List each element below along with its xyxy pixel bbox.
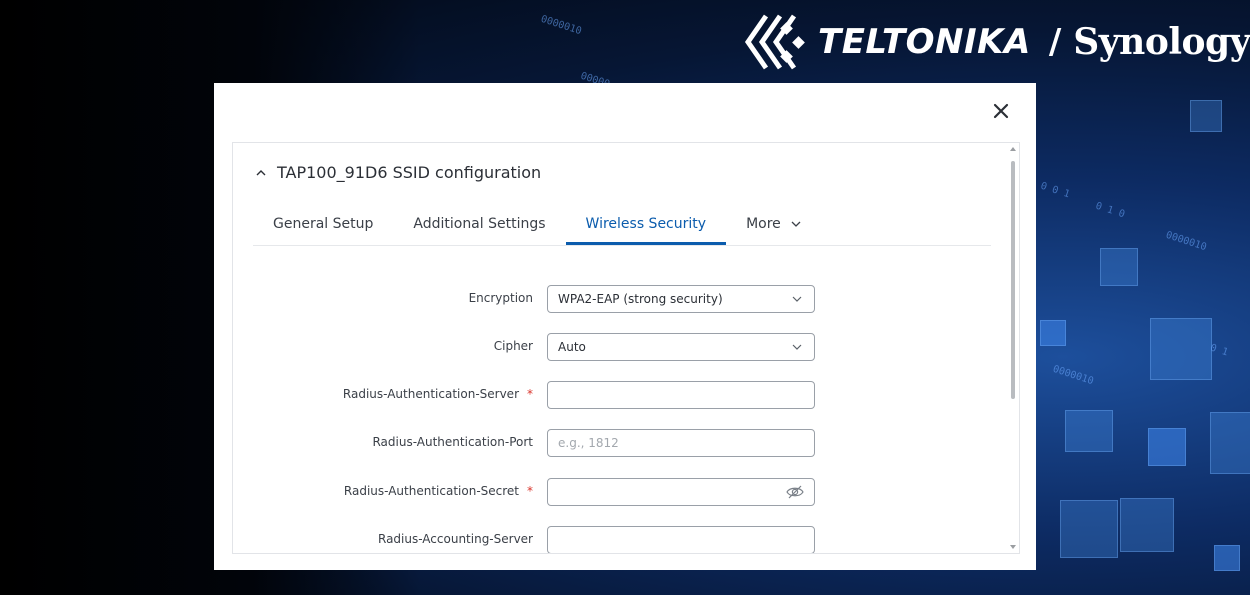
bg-square: [1040, 320, 1066, 346]
tab-general-setup[interactable]: General Setup: [253, 205, 393, 243]
bg-square: [1148, 428, 1186, 466]
radius-auth-port-input[interactable]: e.g., 1812: [547, 429, 815, 457]
bg-square: [1100, 248, 1138, 286]
chevron-down-icon: [791, 221, 801, 227]
scroll-down-arrow-icon[interactable]: [1010, 545, 1016, 549]
close-icon[interactable]: [990, 100, 1012, 122]
panel-scrollbar[interactable]: [1009, 147, 1017, 549]
synology-wordmark: Synology: [1073, 21, 1250, 63]
radius-auth-secret-label: Radius-Authentication-Secret *: [344, 484, 533, 498]
chevron-up-icon[interactable]: [255, 167, 267, 179]
radius-auth-port-label: Radius-Authentication-Port: [372, 435, 533, 449]
chevron-down-icon: [792, 344, 802, 350]
tab-wireless-security[interactable]: Wireless Security: [565, 205, 727, 245]
cipher-label: Cipher: [493, 339, 533, 353]
brand-logos: TELTONIKA / Synology ®: [744, 12, 1250, 72]
radius-auth-port-placeholder: e.g., 1812: [558, 436, 619, 450]
ssid-config-panel: TAP100_91D6 SSID configuration General S…: [232, 142, 1020, 554]
radius-auth-secret-input[interactable]: [547, 478, 815, 506]
bg-square: [1210, 412, 1250, 474]
cipher-row: Cipher Auto: [233, 333, 1003, 361]
radius-auth-secret-label-text: Radius-Authentication-Secret: [343, 484, 519, 498]
tab-more[interactable]: More: [726, 205, 821, 243]
bg-square: [1190, 100, 1222, 132]
bg-digits: 0 0 1: [1039, 180, 1072, 201]
encryption-label: Encryption: [468, 291, 533, 305]
bg-digits: 0000010: [539, 13, 583, 38]
eye-off-icon[interactable]: [786, 484, 804, 500]
brand-separator: /: [1048, 22, 1062, 62]
bg-square: [1150, 318, 1212, 380]
tab-bar: General Setup Additional Settings Wirele…: [253, 205, 991, 246]
bg-square: [1120, 498, 1174, 552]
radius-auth-port-row: Radius-Authentication-Port e.g., 1812: [233, 429, 1003, 457]
cipher-value: Auto: [558, 340, 586, 354]
radius-auth-secret-row: Radius-Authentication-Secret *: [233, 478, 1003, 506]
bg-digits: 0000010: [1164, 229, 1208, 254]
chevron-down-icon: [792, 296, 802, 302]
synology-logo-text: Synology ®: [1073, 21, 1250, 63]
ssid-config-modal: TAP100_91D6 SSID configuration General S…: [214, 83, 1036, 570]
encryption-row: Encryption WPA2-EAP (strong security): [233, 285, 1003, 313]
tab-more-label: More: [746, 216, 781, 232]
bg-square: [1214, 545, 1240, 571]
bg-square: [1060, 500, 1118, 558]
encryption-select[interactable]: WPA2-EAP (strong security): [547, 285, 815, 313]
panel-header[interactable]: TAP100_91D6 SSID configuration: [255, 163, 541, 182]
teltonika-chevron-logo-icon: [744, 14, 805, 70]
tab-additional-settings[interactable]: Additional Settings: [393, 205, 565, 243]
encryption-value: WPA2-EAP (strong security): [558, 292, 723, 306]
radius-acct-server-input[interactable]: [547, 526, 815, 553]
bg-square: [1065, 410, 1113, 452]
required-asterisk: *: [527, 387, 533, 401]
radius-auth-server-label: Radius-Authentication-Server *: [343, 387, 533, 401]
radius-auth-server-label-text: Radius-Authentication-Server: [342, 387, 519, 401]
panel-title: TAP100_91D6 SSID configuration: [277, 163, 542, 182]
radius-acct-server-label: Radius-Accounting-Server: [378, 532, 533, 546]
radius-auth-server-row: Radius-Authentication-Server *: [233, 381, 1003, 409]
radius-acct-server-row: Radius-Accounting-Server: [233, 526, 1003, 553]
bg-digits: 0000010: [1051, 363, 1095, 388]
scroll-thumb[interactable]: [1011, 161, 1015, 399]
cipher-select[interactable]: Auto: [547, 333, 815, 361]
required-asterisk: *: [527, 484, 533, 498]
scroll-up-arrow-icon[interactable]: [1010, 147, 1016, 151]
radius-auth-server-input[interactable]: [547, 381, 815, 409]
teltonika-logo-text: TELTONIKA: [818, 22, 1031, 62]
bg-digits: 0 1 0: [1094, 200, 1127, 221]
